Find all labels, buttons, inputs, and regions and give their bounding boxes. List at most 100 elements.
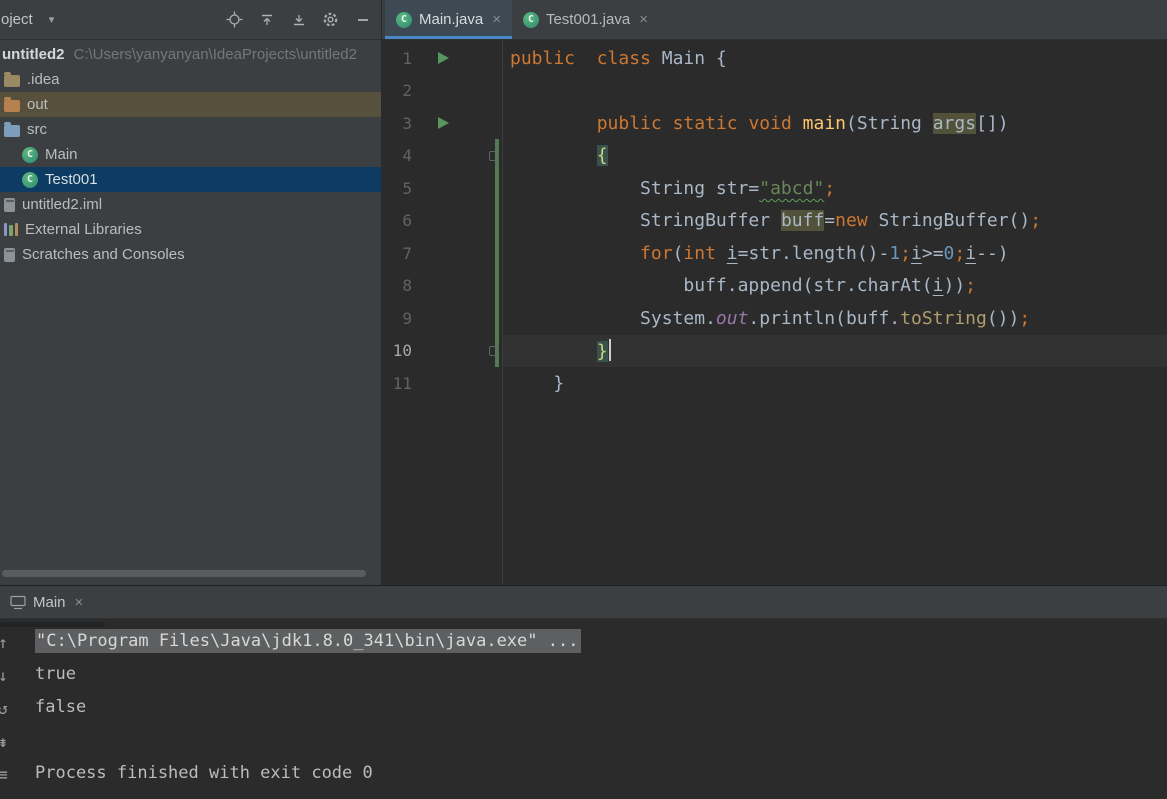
- file-icon: [4, 247, 15, 262]
- tree-item-out[interactable]: out: [0, 92, 381, 117]
- console-output[interactable]: ↑↓↺⇟≡⇊ "C:\Program Files\Java\jdk1.8.0_3…: [0, 619, 1167, 799]
- gutter: [412, 270, 502, 303]
- line-number: 11: [392, 373, 412, 393]
- project-view-dropdown[interactable]: oject ▾: [0, 11, 54, 28]
- scroll-to-end-icon[interactable]: ⇟: [0, 726, 14, 759]
- line-number: 10: [392, 341, 412, 361]
- prev-occurrence-icon[interactable]: ↑: [0, 627, 14, 660]
- editor-tab-bar: C Main.java × C Test001.java ×: [382, 0, 1167, 39]
- run-console: Main × ↑↓↺⇟≡⇊ "C:\Program Files\Java\jdk…: [0, 585, 1167, 799]
- project-toolbar: [226, 11, 371, 28]
- settings-icon[interactable]: [322, 11, 339, 28]
- project-tree-rows: untitled2 C:\Users\yanyanyan\IdeaProjects…: [0, 42, 381, 267]
- console-line[interactable]: "C:\Program Files\Java\jdk1.8.0_341\bin\…: [35, 625, 1167, 658]
- code-text: }: [502, 339, 611, 363]
- source-folder-icon: [4, 121, 20, 137]
- editor-line-11[interactable]: 11 }: [382, 367, 1167, 400]
- editor-line-7[interactable]: 7 for(int i=str.length()-1;i>=0;i--): [382, 237, 1167, 270]
- console-tab-bar: Main ×: [0, 586, 1167, 619]
- line-number: 8: [402, 276, 412, 296]
- code-text: public class Main {: [510, 47, 727, 69]
- editor-line-2[interactable]: 2: [382, 75, 1167, 108]
- code-text: }: [510, 372, 565, 394]
- tree-item-untitled2[interactable]: untitled2 C:\Users\yanyanyan\IdeaProjects…: [0, 42, 381, 67]
- run-button[interactable]: [438, 52, 449, 65]
- console-line[interactable]: false: [35, 691, 1167, 724]
- tree-item-label: .idea: [27, 71, 60, 88]
- tree-item-label: Scratches and Consoles: [22, 246, 185, 263]
- console-tab-label: Main: [33, 593, 66, 611]
- editor-line-5[interactable]: 5 String str="abcd";: [382, 172, 1167, 205]
- tree-item-idea[interactable]: .idea: [0, 67, 381, 92]
- tree-item-scratches-and-consoles[interactable]: Scratches and Consoles: [0, 242, 381, 267]
- gutter: [412, 302, 502, 335]
- tree-item-path: C:\Users\yanyanyan\IdeaProjects\untitled…: [73, 46, 357, 63]
- editor-line-10[interactable]: 10 }: [382, 334, 1167, 367]
- tree-item-src[interactable]: src: [0, 117, 381, 142]
- top-bar: oject ▾ C Main.java × C Test001.java ×: [0, 0, 1167, 40]
- collapse-all-icon[interactable]: [258, 11, 275, 28]
- editor-tab-main-java[interactable]: C Main.java ×: [385, 0, 512, 39]
- class-icon: C: [522, 11, 539, 28]
- tree-item-label: Test001: [45, 171, 98, 188]
- project-panel-header: oject ▾: [0, 0, 382, 39]
- class-icon: C: [396, 11, 412, 28]
- folder-icon: [4, 71, 20, 87]
- console-lines: "C:\Program Files\Java\jdk1.8.0_341\bin\…: [35, 625, 1167, 790]
- fold-marker[interactable]: [489, 345, 499, 356]
- line-number: 4: [402, 146, 412, 166]
- line-number: 9: [402, 308, 412, 328]
- code-text: StringBuffer buff=new StringBuffer();: [510, 210, 1042, 232]
- tree-item-untitled2-iml[interactable]: untitled2.iml: [0, 192, 381, 217]
- editor-lines: 1 public class Main { 2 3 public static voi…: [382, 42, 1167, 400]
- rerun-icon[interactable]: ↺: [0, 693, 14, 726]
- tree-item-external-libraries[interactable]: External Libraries: [0, 217, 381, 242]
- console-line[interactable]: true: [35, 658, 1167, 691]
- code-editor[interactable]: 1 public class Main { 2 3 public static voi…: [382, 40, 1167, 585]
- gutter: [412, 140, 502, 173]
- next-occurrence-icon[interactable]: ↓: [0, 660, 14, 693]
- tree-item-label: untitled2: [2, 46, 65, 63]
- editor-line-6[interactable]: 6 StringBuffer buff=new StringBuffer();: [382, 205, 1167, 238]
- close-icon[interactable]: ×: [639, 12, 648, 27]
- console-tab-main[interactable]: Main ×: [10, 594, 83, 611]
- tree-item-main[interactable]: C Main: [0, 142, 381, 167]
- code-text: System.out.println(buff.toString());: [510, 307, 1031, 329]
- tree-item-label: Main: [45, 146, 78, 163]
- locate-icon[interactable]: [226, 11, 243, 28]
- code-text: public static void main(String args[]): [596, 112, 1009, 134]
- project-view-label: oject: [1, 11, 33, 28]
- code-text: for(int i=str.length()-1;i>=0;i--): [640, 242, 1009, 264]
- console-line[interactable]: [35, 724, 1167, 757]
- expand-all-icon[interactable]: [290, 11, 307, 28]
- line-number: 5: [402, 178, 412, 198]
- tab-label: Test001.java: [545, 11, 631, 28]
- console-line[interactable]: Process finished with exit code 0: [35, 757, 1167, 790]
- tree-item-test001[interactable]: C Test001: [0, 167, 381, 192]
- line-number: 7: [402, 243, 412, 263]
- editor-line-3[interactable]: 3 public static void main(String args[]): [382, 107, 1167, 140]
- line-number: 1: [402, 48, 412, 68]
- run-button[interactable]: [438, 117, 449, 130]
- clear-all-icon[interactable]: ⇊: [0, 792, 14, 799]
- soft-wrap-icon[interactable]: ≡: [0, 759, 14, 792]
- tree-item-label: untitled2.iml: [22, 196, 103, 213]
- line-number: 2: [402, 81, 412, 101]
- close-icon[interactable]: ×: [75, 595, 84, 610]
- gutter: [412, 107, 502, 140]
- gutter: [412, 42, 502, 75]
- terminal-icon: [10, 595, 26, 610]
- hide-panel-icon[interactable]: [354, 11, 371, 28]
- line-number: 3: [402, 113, 412, 133]
- class-icon: C: [22, 171, 38, 188]
- editor-line-9[interactable]: 9 System.out.println(buff.toString());: [382, 302, 1167, 335]
- tree-item-label: out: [27, 96, 48, 113]
- editor-tab-test001-java[interactable]: C Test001.java ×: [512, 0, 659, 39]
- code-text: {: [596, 145, 608, 167]
- editor-line-8[interactable]: 8 buff.append(str.charAt(i));: [382, 270, 1167, 303]
- project-horizontal-scrollbar[interactable]: [2, 570, 366, 577]
- editor-line-4[interactable]: 4 {: [382, 140, 1167, 173]
- close-icon[interactable]: ×: [492, 12, 501, 27]
- editor-line-1[interactable]: 1 public class Main {: [382, 42, 1167, 75]
- fold-marker[interactable]: [489, 150, 499, 161]
